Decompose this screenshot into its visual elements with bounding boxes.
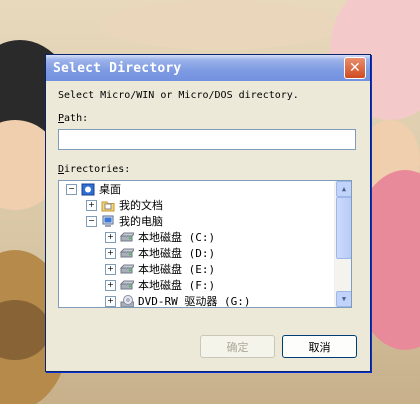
dvd-drive-icon [120,294,134,307]
tree-node-label: 本地磁盘 (D:) [138,247,216,260]
tree-node-label: 本地磁盘 (C:) [138,231,216,244]
expand-toggle[interactable]: + [105,263,116,275]
tree-node-drive-c[interactable]: + 本地磁盘 (C:) [59,229,335,245]
tree-node-drive-f[interactable]: + 本地磁盘 (F:) [59,277,335,293]
instructions-text: Select Micro/WIN or Micro/DOS directory. [58,90,299,101]
chevron-up-icon: ▲ [341,185,347,193]
expand-toggle[interactable]: + [105,295,116,307]
my-computer-icon [101,215,115,228]
path-input[interactable] [58,129,356,150]
scroll-up-button[interactable]: ▲ [336,181,351,197]
directory-tree[interactable]: − 桌面 + 我的文档 − 我的电脑 + 本地磁盘 (C:) + 本地磁盘 (D… [58,180,352,308]
local-disk-icon [120,231,134,244]
desktop-icon [81,183,95,196]
ok-button[interactable]: 确定 [200,335,275,358]
directories-label: Directories: [58,164,131,175]
local-disk-icon [120,279,134,292]
my-documents-folder-icon [101,199,115,212]
expand-toggle[interactable]: + [105,231,116,243]
window-title: Select Directory [53,60,182,76]
tree-node-label: 我的电脑 [119,215,163,228]
tree-node-my-documents[interactable]: + 我的文档 [59,197,335,213]
local-disk-icon [120,263,134,276]
tree-node-my-computer[interactable]: − 我的电脑 [59,213,335,229]
tree-node-desktop[interactable]: − 桌面 [59,181,335,197]
close-button[interactable]: ✕ [344,57,366,79]
tree-node-drive-d[interactable]: + 本地磁盘 (D:) [59,245,335,261]
collapse-toggle[interactable]: − [86,215,97,227]
tree-node-label: 桌面 [99,183,121,196]
close-icon: ✕ [349,60,361,76]
tree-node-label: 本地磁盘 (E:) [138,263,216,276]
local-disk-icon [120,247,134,260]
tree-node-drive-g[interactable]: + DVD-RW 驱动器 (G:) [59,293,335,308]
tree-node-drive-e[interactable]: + 本地磁盘 (E:) [59,261,335,277]
cancel-button[interactable]: 取消 [282,335,357,358]
expand-toggle[interactable]: + [105,279,116,291]
expand-toggle[interactable]: + [105,247,116,259]
tree-node-label: 我的文档 [119,199,163,212]
vertical-scrollbar[interactable]: ▲ ▼ [334,181,351,307]
expand-toggle[interactable]: + [86,199,97,211]
title-bar[interactable]: Select Directory ✕ [46,55,370,81]
chevron-down-icon: ▼ [341,295,347,303]
path-label: Path: [58,113,89,124]
collapse-toggle[interactable]: − [66,183,77,195]
scrollbar-thumb[interactable] [336,197,351,259]
tree-node-label: 本地磁盘 (F:) [138,279,216,292]
select-directory-dialog: Select Directory ✕ Select Micro/WIN or M… [45,54,371,372]
tree-node-label: DVD-RW 驱动器 (G:) [138,295,251,308]
scroll-down-button[interactable]: ▼ [336,291,351,307]
